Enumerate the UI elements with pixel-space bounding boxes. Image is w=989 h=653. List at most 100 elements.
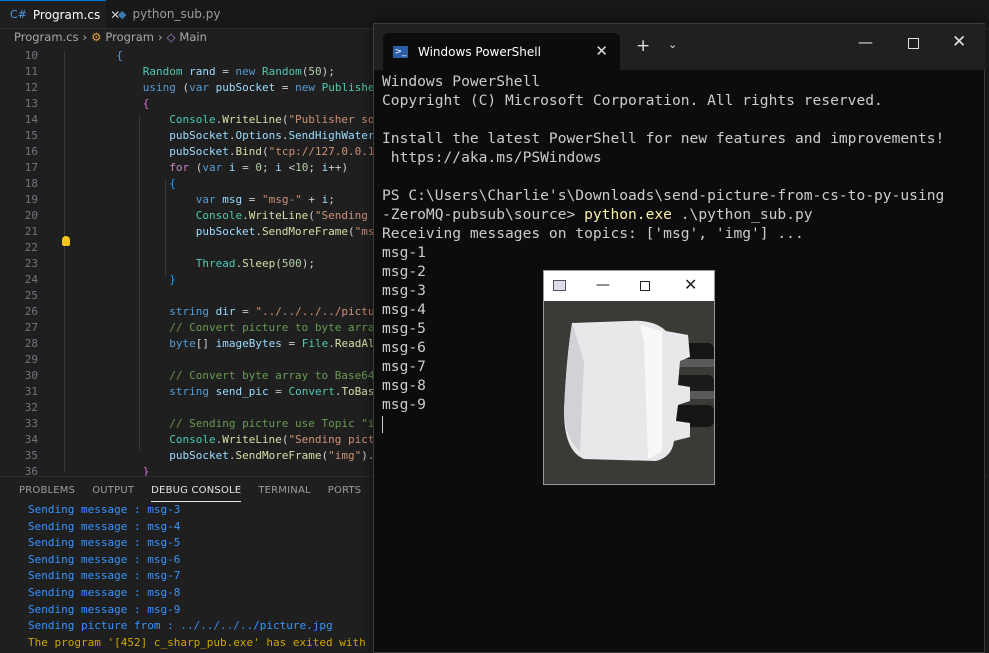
code-line: Thread.Sleep(500); bbox=[195, 257, 315, 270]
tab-debug-console[interactable]: DEBUG CONSOLE bbox=[151, 477, 242, 505]
image-viewer-titlebar[interactable]: — ✕ bbox=[544, 271, 714, 301]
terminal-line: Receiving messages on topics: ['msg', 'i… bbox=[382, 225, 804, 242]
code-line: var msg = "msg-" + i; bbox=[195, 193, 335, 206]
line-number: 19 bbox=[24, 193, 38, 206]
powershell-titlebar[interactable]: >_ Windows PowerShell ✕ + ⌄ — ✕ bbox=[374, 24, 986, 70]
line-number: 14 bbox=[24, 113, 38, 126]
line-number: 18 bbox=[24, 177, 38, 190]
code-line: pubSocket.Options.SendHighWaterma bbox=[169, 129, 388, 142]
console-line: Sending message : msg-6 bbox=[28, 552, 181, 566]
code-line: } bbox=[169, 273, 176, 286]
line-number: 31 bbox=[24, 385, 38, 398]
line-number: 10 bbox=[24, 49, 38, 62]
tab-ports[interactable]: PORTS bbox=[328, 477, 362, 505]
code-line: Console.WriteLine("Publisher socke bbox=[169, 113, 395, 126]
code-line: using (var pubSocket = new PublisherSo bbox=[142, 81, 395, 94]
terminal-line: Install the latest PowerShell for new fe… bbox=[382, 130, 945, 147]
code-line: { bbox=[116, 49, 123, 62]
console-line: Sending picture from : ../../../../pictu… bbox=[28, 619, 333, 633]
breadcrumb-class[interactable]: Program bbox=[105, 30, 154, 44]
connector-photo bbox=[544, 301, 714, 484]
terminal-line: https://aka.ms/PSWindows bbox=[382, 149, 602, 166]
line-number: 12 bbox=[24, 81, 38, 94]
console-line: Sending message : msg-8 bbox=[28, 585, 181, 599]
maximize-button[interactable] bbox=[908, 38, 919, 49]
line-number: 26 bbox=[24, 305, 38, 318]
code-line: byte[] imageBytes = File.ReadAllB bbox=[169, 337, 388, 350]
code-line: // Convert picture to byte array bbox=[169, 321, 382, 334]
prompt-line: -ZeroMQ-pubsub\source> python.exe .\pyth… bbox=[382, 205, 944, 224]
tab-label: python_sub.py bbox=[132, 7, 221, 21]
chevron-down-icon[interactable]: ⌄ bbox=[668, 38, 677, 51]
line-number: 24 bbox=[24, 273, 38, 286]
breadcrumb-method[interactable]: Main bbox=[179, 30, 206, 44]
line-number: 33 bbox=[24, 417, 38, 430]
code-line: pubSocket.SendMoreFrame("msg" bbox=[195, 225, 388, 238]
line-number: 25 bbox=[24, 289, 38, 302]
image-viewer-window: — ✕ bbox=[543, 270, 715, 485]
maximize-button[interactable] bbox=[640, 281, 650, 291]
line-number: 15 bbox=[24, 129, 38, 142]
tab-python-sub-py[interactable]: ◆ python_sub.py bbox=[108, 0, 228, 28]
tab-label: Program.cs bbox=[32, 7, 101, 22]
terminal-line: Copyright (C) Microsoft Corporation. All… bbox=[382, 92, 883, 109]
text-cursor bbox=[382, 415, 383, 433]
console-line: Sending message : msg-7 bbox=[28, 569, 181, 583]
terminal-line: Windows PowerShell bbox=[382, 73, 541, 90]
code-line: string send_pic = Convert.ToBase6 bbox=[169, 385, 388, 398]
terminal-line: PS C:\Users\Charlie's\Downloads\send-pic… bbox=[382, 187, 945, 204]
debug-console-output[interactable]: Sending message : msg-3 Sending message … bbox=[28, 502, 386, 651]
code-line: pubSocket.Bind("tcp://127.0.0.1:5 bbox=[169, 145, 388, 158]
command-exe: python.exe bbox=[584, 206, 672, 223]
line-number: 35 bbox=[24, 449, 38, 462]
method-icon: ◇ bbox=[166, 30, 176, 44]
close-tab-icon[interactable]: ✕ bbox=[595, 42, 608, 60]
code-line: for (var i = 0; i <10; i++) bbox=[169, 161, 349, 174]
code-line: Console.WriteLine("Sending me bbox=[195, 209, 388, 222]
line-number: 20 bbox=[24, 209, 38, 222]
code-line: pubSocket.SendMoreFrame("img").Se bbox=[169, 449, 388, 462]
line-number: 13 bbox=[24, 97, 38, 110]
line-number: 32 bbox=[24, 401, 38, 414]
python-file-icon: ◆ bbox=[118, 7, 127, 21]
line-number: 22 bbox=[24, 241, 38, 254]
console-line-exit: The program '[452] c_sharp_pub.exe' has … bbox=[28, 635, 386, 649]
tab-program-cs[interactable]: C# Program.cs ✕ bbox=[0, 0, 120, 28]
line-number: 23 bbox=[24, 257, 38, 270]
tab-terminal[interactable]: TERMINAL bbox=[258, 477, 310, 505]
line-number: 17 bbox=[24, 161, 38, 174]
class-icon: ⚙ bbox=[91, 30, 102, 44]
line-number: 16 bbox=[24, 145, 38, 158]
console-line: Sending message : msg-5 bbox=[28, 536, 181, 550]
line-number: 29 bbox=[24, 353, 38, 366]
code-line: Console.WriteLine("Sending pictur bbox=[169, 433, 388, 446]
terminal-line: msg-1 bbox=[382, 244, 426, 261]
line-number: 34 bbox=[24, 433, 38, 446]
window-title: Windows PowerShell bbox=[418, 44, 541, 59]
new-tab-button[interactable]: + bbox=[636, 36, 650, 56]
tab-output[interactable]: OUTPUT bbox=[92, 477, 134, 505]
line-number: 28 bbox=[24, 337, 38, 350]
close-button[interactable]: ✕ bbox=[684, 275, 697, 294]
code-line: // Sending picture use Topic "img bbox=[169, 417, 388, 430]
minimize-button[interactable]: — bbox=[596, 277, 610, 293]
powershell-tab[interactable]: >_ Windows PowerShell ✕ bbox=[383, 33, 620, 70]
breadcrumb-file[interactable]: Program.cs bbox=[14, 30, 79, 44]
line-number: 11 bbox=[24, 65, 38, 78]
code-line: Random rand = new Random(50); bbox=[142, 65, 335, 78]
command-arg: .\python_sub.py bbox=[671, 206, 813, 223]
line-number: 30 bbox=[24, 369, 38, 382]
tab-problems[interactable]: PROBLEMS bbox=[19, 477, 75, 505]
code-line: { bbox=[142, 97, 150, 110]
minimize-button[interactable]: — bbox=[858, 33, 873, 51]
console-line: Sending message : msg-9 bbox=[28, 602, 181, 616]
code-line: // Convert byte array to Base64 s bbox=[169, 369, 388, 382]
code-line: { bbox=[169, 177, 176, 190]
console-line: Sending message : msg-3 bbox=[28, 503, 181, 516]
prompt-path: -ZeroMQ-pubsub\source> bbox=[382, 206, 585, 223]
close-window-button[interactable]: ✕ bbox=[952, 32, 966, 52]
csharp-file-icon: C# bbox=[10, 8, 27, 21]
console-line: Sending message : msg-4 bbox=[28, 519, 181, 533]
powershell-icon: >_ bbox=[393, 45, 408, 58]
